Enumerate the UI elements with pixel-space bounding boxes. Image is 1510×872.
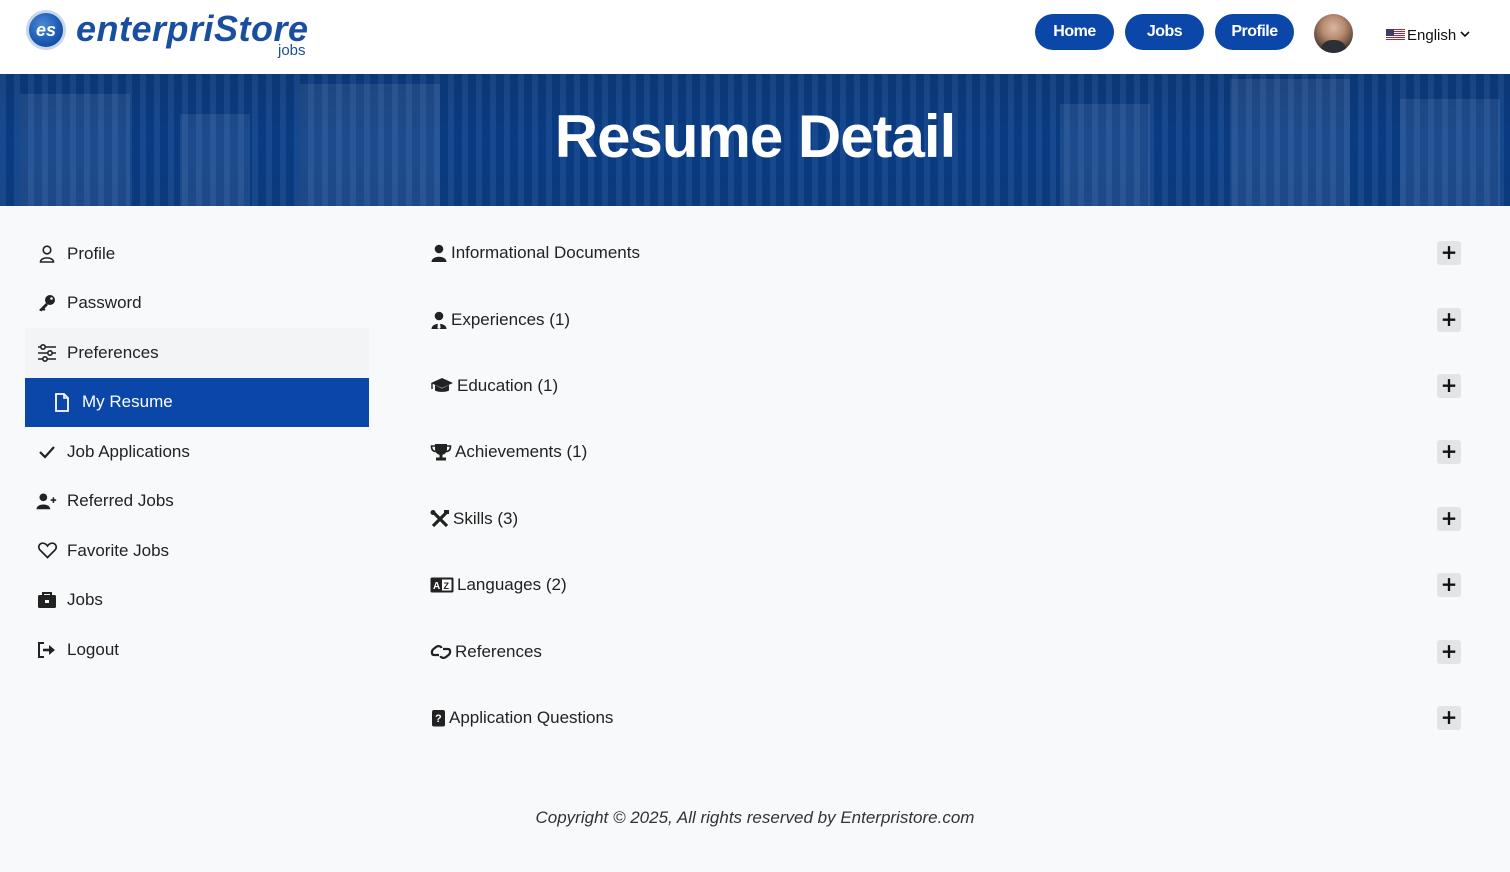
sidebar-item-label: My Resume <box>82 392 173 412</box>
sliders-icon <box>36 343 58 363</box>
resume-sections-accordion: Informational Documents + Experiences (1… <box>429 220 1461 751</box>
expand-button[interactable]: + <box>1437 307 1461 332</box>
expand-button[interactable]: + <box>1437 705 1461 730</box>
section-informational-documents[interactable]: Informational Documents + <box>429 220 1461 286</box>
user-tie-icon <box>429 310 449 330</box>
section-label: Skills (3) <box>453 508 519 528</box>
section-achievements[interactable]: Achievements (1) + <box>429 419 1461 485</box>
sidebar-item-label: Logout <box>67 639 119 659</box>
chevron-down-icon <box>1460 29 1470 41</box>
section-label: Achievements (1) <box>455 442 588 462</box>
question-icon: ? <box>429 708 447 728</box>
sidebar-item-label: Password <box>67 293 142 313</box>
account-sidebar: Profile Password Preferences My Resume J… <box>25 229 369 675</box>
section-education[interactable]: Education (1) + <box>429 353 1461 419</box>
nav-profile-button[interactable]: Profile <box>1215 14 1294 50</box>
expand-button[interactable]: + <box>1437 506 1461 531</box>
check-icon <box>36 442 58 462</box>
expand-button[interactable]: + <box>1437 639 1461 664</box>
section-label: References <box>455 641 542 661</box>
section-application-questions[interactable]: ? Application Questions + <box>429 685 1461 751</box>
sidebar-item-logout[interactable]: Logout <box>25 625 369 675</box>
section-label: Experiences (1) <box>451 309 571 329</box>
sidebar-item-label: Jobs <box>67 590 103 610</box>
sidebar-item-label: Preferences <box>67 342 159 362</box>
heart-icon <box>36 541 58 561</box>
briefcase-icon <box>36 590 58 610</box>
footer-copyright: Copyright © 2025, All rights reserved by… <box>535 808 975 827</box>
sidebar-item-jobs[interactable]: Jobs <box>25 576 369 626</box>
section-experiences[interactable]: Experiences (1) + <box>429 286 1461 352</box>
key-icon <box>36 293 58 313</box>
trophy-icon <box>429 442 453 462</box>
expand-button[interactable]: + <box>1437 241 1461 266</box>
avatar[interactable] <box>1314 14 1353 53</box>
sidebar-item-label: Referred Jobs <box>67 491 174 511</box>
sidebar-item-label: Job Applications <box>67 441 190 461</box>
language-selector[interactable]: English <box>1386 24 1470 46</box>
sidebar-item-profile[interactable]: Profile <box>25 229 369 279</box>
section-languages[interactable]: AZ Languages (2) + <box>429 552 1461 618</box>
language-label: English <box>1407 26 1457 44</box>
us-flag-icon <box>1386 29 1405 41</box>
graduation-cap-icon <box>429 376 455 396</box>
language-icon: AZ <box>429 575 455 595</box>
link-icon <box>429 642 453 662</box>
svg-text:?: ? <box>435 713 442 725</box>
sidebar-item-job-applications[interactable]: Job Applications <box>25 427 369 477</box>
expand-button[interactable]: + <box>1437 373 1461 398</box>
sidebar-item-label: Profile <box>67 243 116 263</box>
tools-icon <box>429 509 451 529</box>
user-icon <box>429 243 449 263</box>
sidebar-item-my-resume[interactable]: My Resume <box>25 377 369 427</box>
logo-wordmark: enterpriStore <box>76 8 309 49</box>
sidebar-item-favorite-jobs[interactable]: Favorite Jobs <box>25 526 369 576</box>
top-header: es enterpriStore jobs Home Jobs Profile … <box>0 0 1510 74</box>
nav-home-button[interactable]: Home <box>1035 14 1114 50</box>
user-plus-icon <box>36 491 58 511</box>
expand-button[interactable]: + <box>1437 440 1461 465</box>
sidebar-item-password[interactable]: Password <box>25 279 369 329</box>
sidebar-item-referred-jobs[interactable]: Referred Jobs <box>25 477 369 527</box>
site-logo[interactable]: es enterpriStore jobs <box>26 8 326 62</box>
logo-subtitle: jobs <box>278 42 306 59</box>
section-label: Application Questions <box>449 707 614 727</box>
section-label: Informational Documents <box>451 243 640 263</box>
user-icon <box>36 244 58 264</box>
nav-jobs-button[interactable]: Jobs <box>1125 14 1204 50</box>
section-references[interactable]: References + <box>429 618 1461 684</box>
sidebar-item-preferences[interactable]: Preferences <box>25 328 369 378</box>
logout-icon <box>36 640 58 660</box>
page-title: Resume Detail <box>554 103 957 170</box>
svg-text:Z: Z <box>444 581 450 591</box>
section-label: Languages (2) <box>457 575 567 595</box>
section-label: Education (1) <box>457 375 559 395</box>
sidebar-item-label: Favorite Jobs <box>67 540 170 560</box>
page-banner: Resume Detail <box>0 74 1510 206</box>
file-icon <box>51 392 73 412</box>
logo-badge-icon: es <box>26 10 66 50</box>
svg-text:A: A <box>433 581 440 592</box>
section-skills[interactable]: Skills (3) + <box>429 486 1461 552</box>
expand-button[interactable]: + <box>1437 573 1461 598</box>
